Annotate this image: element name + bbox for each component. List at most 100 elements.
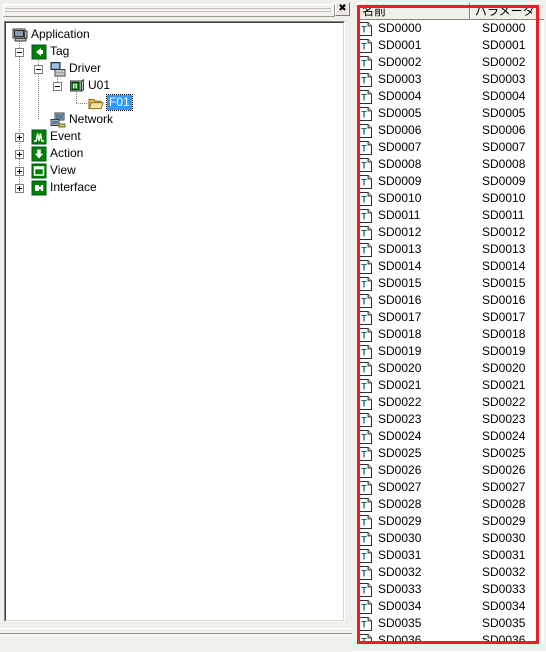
- tree-node-interface[interactable]: Interface: [9, 179, 341, 196]
- tree-node-view[interactable]: View: [9, 162, 341, 179]
- table-row[interactable]: T SD0030 SD0030: [357, 530, 545, 547]
- table-row[interactable]: T SD0023 SD0023: [357, 411, 545, 428]
- tree-node-action[interactable]: Action: [9, 145, 341, 162]
- tree-frame-inner: Application Tag Driver U01 F01 Network Event Ac…: [5, 22, 344, 621]
- row-parameter: SD0007: [482, 140, 526, 154]
- svg-text:T: T: [361, 246, 367, 256]
- row-name: SD0021: [378, 378, 422, 392]
- svg-text:T: T: [361, 76, 367, 86]
- tree-node-network[interactable]: Network: [9, 111, 341, 128]
- tree-expander-u01[interactable]: [53, 82, 62, 91]
- window-bottom-strip: [0, 628, 352, 652]
- doc-text-icon: T: [359, 447, 372, 461]
- table-row[interactable]: T SD0027 SD0027: [357, 479, 545, 496]
- row-parameter: SD0036: [482, 633, 526, 644]
- table-row[interactable]: T SD0022 SD0022: [357, 394, 545, 411]
- tree-expander-action[interactable]: [15, 150, 24, 159]
- table-row[interactable]: T SD0036 SD0036: [357, 632, 545, 644]
- doc-text-icon: T: [359, 260, 372, 274]
- table-row[interactable]: T SD0001 SD0001: [357, 37, 545, 54]
- table-row[interactable]: T SD0029 SD0029: [357, 513, 545, 530]
- table-row[interactable]: T SD0010 SD0010: [357, 190, 545, 207]
- row-name: SD0022: [378, 395, 422, 409]
- table-row[interactable]: T SD0034 SD0034: [357, 598, 545, 615]
- svg-text:T: T: [361, 382, 367, 392]
- column-header-name[interactable]: 名前: [357, 2, 470, 20]
- project-tree[interactable]: Application Tag Driver U01 F01 Network Event Ac…: [9, 26, 341, 196]
- table-row[interactable]: T SD0008 SD0008: [357, 156, 545, 173]
- tree-node-driver[interactable]: Driver: [9, 60, 341, 77]
- table-row[interactable]: T SD0028 SD0028: [357, 496, 545, 513]
- svg-text:T: T: [361, 110, 367, 120]
- tree-expander-view[interactable]: [15, 167, 24, 176]
- table-row[interactable]: T SD0021 SD0021: [357, 377, 545, 394]
- action-icon: [31, 146, 47, 162]
- row-parameter: SD0025: [482, 446, 526, 460]
- tree-frame: Application Tag Driver U01 F01 Network Event Ac…: [4, 21, 345, 622]
- table-row[interactable]: T SD0003 SD0003: [357, 71, 545, 88]
- row-parameter: SD0033: [482, 582, 526, 596]
- listview-body[interactable]: T SD0000 SD0000 T SD0001 SD0001 T SD0002 SD0002 T…: [357, 20, 545, 644]
- tree-node-tag[interactable]: Tag: [9, 43, 341, 60]
- doc-text-icon: T: [359, 498, 372, 512]
- tree-node-f01[interactable]: F01: [9, 94, 341, 111]
- tree-node-label: Driver: [69, 61, 101, 75]
- tree-expander-tag[interactable]: [15, 48, 24, 57]
- doc-text-icon: T: [359, 583, 372, 597]
- column-header-parameter[interactable]: パラメータ: [470, 2, 545, 20]
- tag-icon: [31, 44, 47, 60]
- table-row[interactable]: T SD0033 SD0033: [357, 581, 545, 598]
- tree-expander-event[interactable]: [15, 133, 24, 142]
- svg-text:T: T: [361, 586, 367, 596]
- table-row[interactable]: T SD0019 SD0019: [357, 343, 545, 360]
- table-row[interactable]: T SD0020 SD0020: [357, 360, 545, 377]
- table-row[interactable]: T SD0017 SD0017: [357, 309, 545, 326]
- computer-icon: [12, 27, 28, 43]
- table-row[interactable]: T SD0018 SD0018: [357, 326, 545, 343]
- row-parameter: SD0009: [482, 174, 526, 188]
- table-row[interactable]: T SD0000 SD0000: [357, 20, 545, 37]
- close-icon[interactable]: ✖: [335, 2, 350, 16]
- table-row[interactable]: T SD0016 SD0016: [357, 292, 545, 309]
- table-row[interactable]: T SD0025 SD0025: [357, 445, 545, 462]
- table-row[interactable]: T SD0011 SD0011: [357, 207, 545, 224]
- row-name: SD0004: [378, 89, 422, 103]
- doc-text-icon: T: [359, 277, 372, 291]
- doc-text-icon: T: [359, 532, 372, 546]
- tree-expander-interface[interactable]: [15, 184, 24, 193]
- doc-text-icon: T: [359, 39, 372, 53]
- svg-text:T: T: [361, 620, 367, 630]
- table-row[interactable]: T SD0012 SD0012: [357, 224, 545, 241]
- table-row[interactable]: T SD0004 SD0004: [357, 88, 545, 105]
- row-name: SD0014: [378, 259, 422, 273]
- tree-node-u01[interactable]: U01: [9, 77, 341, 94]
- tree-node-event[interactable]: Event: [9, 128, 341, 145]
- svg-text:T: T: [361, 25, 367, 35]
- doc-text-icon: T: [359, 73, 372, 87]
- row-parameter: SD0034: [482, 599, 526, 613]
- table-row[interactable]: T SD0006 SD0006: [357, 122, 545, 139]
- doc-text-icon: T: [359, 430, 372, 444]
- table-row[interactable]: T SD0009 SD0009: [357, 173, 545, 190]
- doc-text-icon: T: [359, 362, 372, 376]
- doc-text-icon: T: [359, 192, 372, 206]
- table-row[interactable]: T SD0026 SD0026: [357, 462, 545, 479]
- row-name: SD0015: [378, 276, 422, 290]
- table-row[interactable]: T SD0014 SD0014: [357, 258, 545, 275]
- svg-text:T: T: [361, 637, 367, 644]
- table-row[interactable]: T SD0013 SD0013: [357, 241, 545, 258]
- table-row[interactable]: T SD0031 SD0031: [357, 547, 545, 564]
- table-row[interactable]: T SD0024 SD0024: [357, 428, 545, 445]
- table-row[interactable]: T SD0035 SD0035: [357, 615, 545, 632]
- tree-node-application[interactable]: Application: [9, 26, 341, 43]
- table-row[interactable]: T SD0002 SD0002: [357, 54, 545, 71]
- table-row[interactable]: T SD0007 SD0007: [357, 139, 545, 156]
- listview-header: 名前 パラメータ: [357, 2, 545, 20]
- table-row[interactable]: T SD0015 SD0015: [357, 275, 545, 292]
- table-row[interactable]: T SD0032 SD0032: [357, 564, 545, 581]
- interface-icon: [31, 180, 47, 196]
- tree-expander-driver[interactable]: [34, 65, 43, 74]
- svg-text:T: T: [361, 212, 367, 222]
- table-row[interactable]: T SD0005 SD0005: [357, 105, 545, 122]
- doc-text-icon: T: [359, 175, 372, 189]
